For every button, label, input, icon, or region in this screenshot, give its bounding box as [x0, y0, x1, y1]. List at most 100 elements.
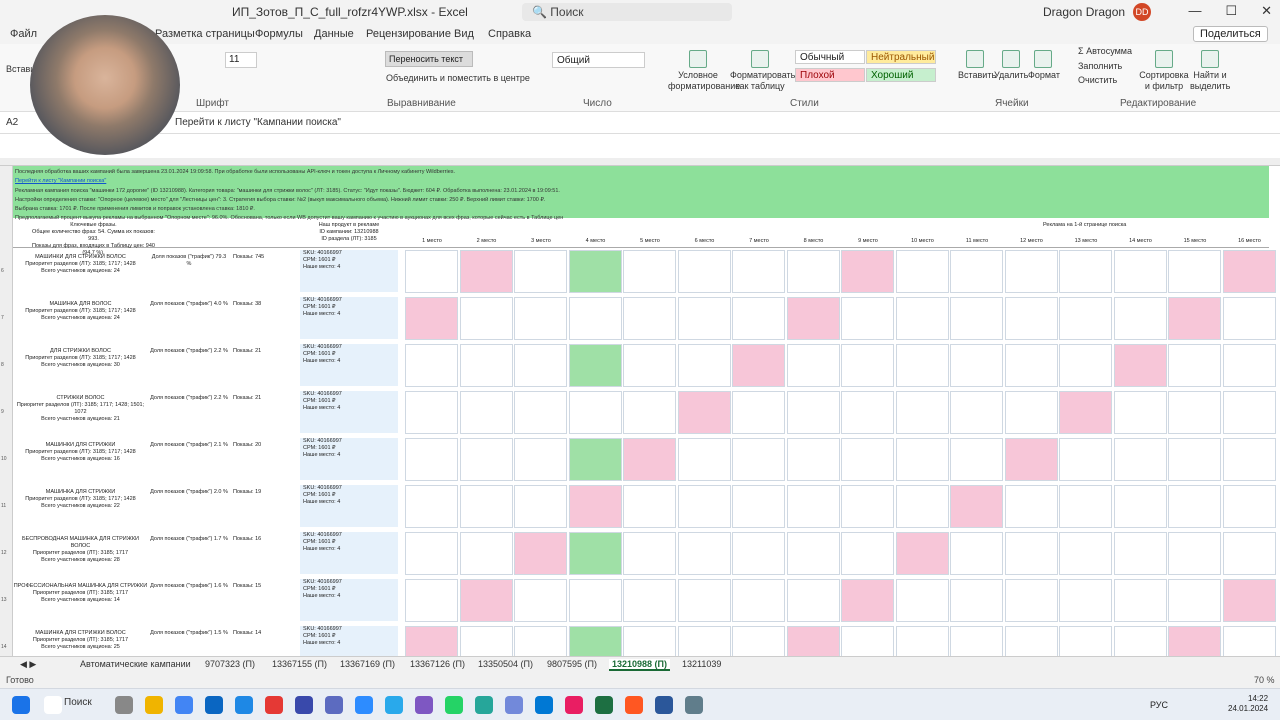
- sheet-tab-13350504[interactable]: 13350504 (П): [478, 659, 533, 669]
- auction-place-cell[interactable]: [732, 626, 785, 658]
- autosum-button[interactable]: Σ Автосумма: [1078, 46, 1132, 57]
- auction-place-cell[interactable]: [1222, 438, 1276, 481]
- auction-place-cell[interactable]: [514, 532, 567, 575]
- tab-page-layout[interactable]: Разметка страницы: [155, 28, 255, 40]
- auction-place-cell[interactable]: [786, 250, 840, 293]
- shows-cell[interactable]: Показы: 14: [230, 630, 300, 637]
- sheet-tab-auto[interactable]: Автоматические кампании: [80, 659, 191, 669]
- font-size-select[interactable]: 11: [225, 52, 257, 68]
- auction-place-cell[interactable]: [841, 250, 894, 293]
- auction-place-cell[interactable]: [1004, 297, 1058, 340]
- auction-place-cell[interactable]: [895, 626, 949, 658]
- auction-place-cell[interactable]: [786, 532, 840, 575]
- auction-place-cell[interactable]: [568, 297, 622, 340]
- auction-place-cell[interactable]: [405, 391, 458, 434]
- language-indicator[interactable]: РУС: [1150, 700, 1168, 710]
- auction-place-cell[interactable]: [732, 391, 785, 434]
- auction-place-cell[interactable]: [841, 626, 894, 658]
- app2-icon[interactable]: [325, 696, 343, 714]
- auction-place-cell[interactable]: [677, 297, 731, 340]
- keyword-cell[interactable]: БЕСПРОВОДНАЯ МАШИНКА ДЛЯ СТРИЖКИ ВОЛОС Пр…: [13, 536, 148, 564]
- shows-cell[interactable]: Показы: 20: [230, 442, 300, 449]
- yandex-icon[interactable]: [295, 696, 313, 714]
- delete-cells-button[interactable]: Удалить: [994, 50, 1028, 81]
- auction-place-cell[interactable]: [677, 579, 731, 622]
- auction-place-cell[interactable]: [786, 438, 840, 481]
- style-neutral[interactable]: Нейтральный: [866, 50, 936, 64]
- product-cell[interactable]: SKU: 40166997 CPM: 1601 ₽ Наше место: 4: [300, 532, 398, 574]
- auction-place-cell[interactable]: [1222, 485, 1276, 528]
- auction-place-cell[interactable]: [623, 250, 676, 293]
- auction-place-cell[interactable]: [1004, 626, 1058, 658]
- maximize-icon[interactable]: ☐: [1225, 3, 1237, 19]
- auction-place-cell[interactable]: [568, 532, 622, 575]
- tab-review[interactable]: Рецензирование: [366, 28, 451, 40]
- auction-place-cell[interactable]: [623, 297, 676, 340]
- avatar[interactable]: DD: [1133, 3, 1151, 21]
- auction-place-cell[interactable]: [895, 391, 949, 434]
- auction-place-cell[interactable]: [950, 250, 1003, 293]
- auction-place-cell[interactable]: [677, 391, 731, 434]
- auction-place-cell[interactable]: [405, 532, 458, 575]
- auction-place-cell[interactable]: [1004, 532, 1058, 575]
- auction-place-cell[interactable]: [459, 532, 513, 575]
- auction-place-cell[interactable]: [1113, 438, 1167, 481]
- style-bad[interactable]: Плохой: [795, 68, 865, 82]
- auction-place-cell[interactable]: [841, 344, 894, 387]
- discord-icon[interactable]: [505, 696, 523, 714]
- auction-place-cell[interactable]: [1113, 297, 1167, 340]
- auction-place-cell[interactable]: [514, 579, 567, 622]
- auction-place-cell[interactable]: [677, 626, 731, 658]
- auction-place-cell[interactable]: [1004, 250, 1058, 293]
- goto-link[interactable]: Перейти к листу "Кампании поиска": [15, 178, 106, 184]
- auction-place-cell[interactable]: [677, 485, 731, 528]
- zoom-level[interactable]: 70 %: [1254, 675, 1275, 685]
- clear-button[interactable]: Очистить: [1078, 75, 1117, 86]
- auction-place-cell[interactable]: [568, 344, 622, 387]
- auction-place-cell[interactable]: [950, 344, 1003, 387]
- auction-place-cell[interactable]: [786, 626, 840, 658]
- app4-icon[interactable]: [475, 696, 493, 714]
- auction-place-cell[interactable]: [623, 626, 676, 658]
- auction-place-cell[interactable]: [841, 532, 894, 575]
- share-cell[interactable]: Доля показов ("трафик") 4.0 %: [149, 301, 229, 308]
- wrap-text-button[interactable]: Переносить текст: [385, 51, 473, 67]
- auction-place-cell[interactable]: [1168, 344, 1221, 387]
- auction-place-cell[interactable]: [841, 579, 894, 622]
- shows-cell[interactable]: Показы: 38: [230, 301, 300, 308]
- auction-place-cell[interactable]: [1004, 391, 1058, 434]
- auction-place-cell[interactable]: [1004, 438, 1058, 481]
- auction-place-cell[interactable]: [623, 579, 676, 622]
- number-format-select[interactable]: Общий: [552, 52, 645, 68]
- auction-place-cell[interactable]: [786, 391, 840, 434]
- auction-place-cell[interactable]: [895, 438, 949, 481]
- auction-place-cell[interactable]: [1113, 344, 1167, 387]
- auction-place-cell[interactable]: [732, 579, 785, 622]
- search-icon[interactable]: [44, 696, 62, 714]
- auction-place-cell[interactable]: [459, 438, 513, 481]
- auction-place-cell[interactable]: [786, 579, 840, 622]
- share-cell[interactable]: Доля показов ("трафик") 79.3 %: [149, 254, 229, 268]
- auction-place-cell[interactable]: [514, 250, 567, 293]
- auction-place-cell[interactable]: [568, 438, 622, 481]
- auction-place-cell[interactable]: [514, 391, 567, 434]
- auction-place-cell[interactable]: [732, 532, 785, 575]
- edge-icon[interactable]: [205, 696, 223, 714]
- auction-place-cell[interactable]: [1059, 532, 1112, 575]
- auction-place-cell[interactable]: [1059, 485, 1112, 528]
- conditional-format-button[interactable]: Условное форматирование: [668, 50, 740, 92]
- auction-place-cell[interactable]: [623, 532, 676, 575]
- share-cell[interactable]: Доля показов ("трафик") 2.1 %: [149, 442, 229, 449]
- keyword-cell[interactable]: МАШИНКИ ДЛЯ СТРИЖКИ ВОЛОС Приоритет разде…: [13, 254, 148, 275]
- auction-place-cell[interactable]: [895, 297, 949, 340]
- sheet-tab-13367169[interactable]: 13367169 (П): [340, 659, 395, 669]
- auction-place-cell[interactable]: [677, 532, 731, 575]
- keyword-cell[interactable]: СТРИЖКИ ВОЛОС Приоритет разделов (ЛТ): 31…: [13, 395, 148, 423]
- auction-place-cell[interactable]: [895, 532, 949, 575]
- tab-data[interactable]: Данные: [314, 28, 354, 40]
- share-cell[interactable]: Доля показов ("трафик") 2.2 %: [149, 395, 229, 402]
- auction-place-cell[interactable]: [1113, 485, 1167, 528]
- product-cell[interactable]: SKU: 40166997 CPM: 1601 ₽ Наше место: 4: [300, 344, 398, 386]
- auction-place-cell[interactable]: [514, 438, 567, 481]
- auction-place-cell[interactable]: [677, 250, 731, 293]
